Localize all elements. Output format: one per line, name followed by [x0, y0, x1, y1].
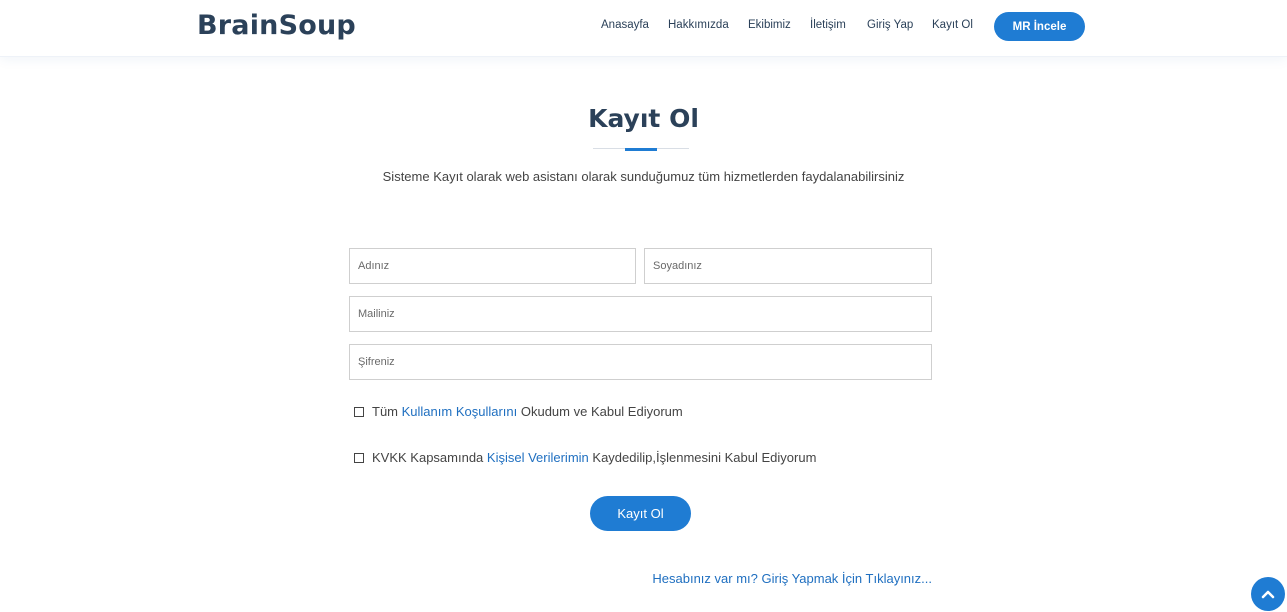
nav-item-home[interactable]: Anasayfa [601, 19, 649, 31]
nav-item-team[interactable]: Ekibimiz [748, 19, 791, 31]
nav-item-contact[interactable]: İletişim [810, 19, 846, 31]
chevron-up-icon [1261, 590, 1275, 599]
register-submit-button[interactable]: Kayıt Ol [590, 496, 691, 531]
password-field[interactable] [349, 344, 932, 380]
title-divider-accent [625, 148, 657, 151]
terms-prefix: Tüm [372, 404, 402, 419]
first-name-field[interactable] [349, 248, 636, 284]
terms-row: Tüm Kullanım Koşullarını Okudum ve Kabul… [354, 404, 683, 419]
back-to-top-button[interactable] [1251, 577, 1285, 611]
terms-checkbox[interactable] [354, 406, 364, 417]
page-subtitle: Sisteme Kayıt olarak web asistanı olarak… [382, 169, 905, 184]
kvkk-suffix: Kaydedilip,İşlenmesini Kabul Ediyorum [588, 450, 817, 465]
site-header: BrainSoup Anasayfa Hakkımızda Ekibimiz İ… [0, 0, 1287, 57]
nav-item-register[interactable]: Kayıt Ol [932, 19, 973, 31]
login-link[interactable]: Hesabınız var mı? Giriş Yapmak İçin Tıkl… [652, 571, 932, 586]
kvkk-row: KVKK Kapsamında Kişisel Verilerimin Kayd… [354, 450, 816, 465]
main-nav: Anasayfa Hakkımızda Ekibimiz İletişim Gi… [0, 0, 1287, 57]
email-field[interactable] [349, 296, 932, 332]
nav-item-about[interactable]: Hakkımızda [668, 19, 729, 31]
kvkk-prefix: KVKK Kapsamında [372, 450, 487, 465]
mr-review-button[interactable]: MR İncele [994, 12, 1085, 41]
terms-link[interactable]: Kullanım Koşullarını [402, 404, 518, 419]
terms-suffix: Okudum ve Kabul Ediyorum [517, 404, 683, 419]
page-title: Kayıt Ol [588, 104, 699, 133]
kvkk-link[interactable]: Kişisel Verilerimin [487, 450, 589, 465]
last-name-field[interactable] [644, 248, 932, 284]
kvkk-checkbox[interactable] [354, 452, 364, 463]
nav-item-login[interactable]: Giriş Yap [867, 19, 913, 31]
